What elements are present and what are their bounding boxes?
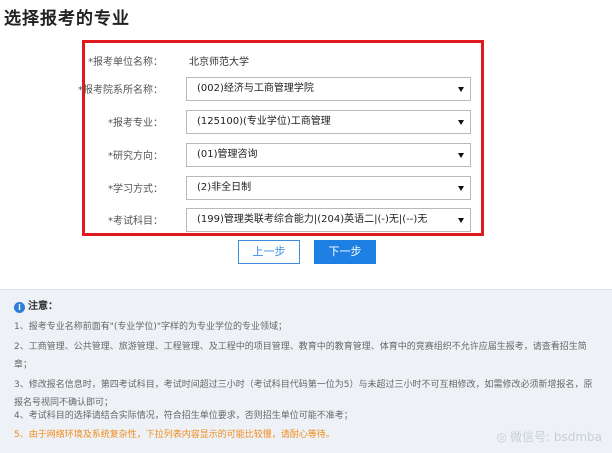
caret-down-icon — [458, 87, 464, 92]
watermark-text: 微信号: bsdmba — [509, 430, 602, 444]
notice-header: i 注意： — [14, 297, 58, 313]
exam-subjects-select[interactable]: (199)管理类联考综合能力|(204)英语二|(-)无|(--)无 — [186, 208, 471, 232]
research-direction-select-value: (01)管理咨询 — [197, 149, 258, 160]
department-select[interactable]: (002)经济与工商管理学院 — [186, 77, 471, 101]
notice-item: 4、考试科目的选择请结合实际情况，符合招生单位要求，否则招生单位可能不准考； — [14, 411, 353, 421]
study-mode-select[interactable]: (2)非全日制 — [186, 176, 471, 200]
school-label: *报考单位名称： — [88, 57, 163, 68]
exam-subjects-row: *考试科目： (199)管理类联考综合能力|(204)英语二|(-)无|(--)… — [85, 208, 481, 232]
department-label: *报考院系所名称： — [78, 85, 163, 96]
major-label: *报考专业： — [108, 118, 163, 129]
research-direction-row: *研究方向： (01)管理咨询 — [85, 143, 481, 167]
study-mode-label: *学习方式： — [108, 184, 163, 195]
study-mode-row: *学习方式： (2)非全日制 — [85, 176, 481, 200]
school-row: *报考单位名称： 北京师范大学 — [85, 49, 481, 73]
study-mode-select-value: (2)非全日制 — [197, 182, 252, 193]
wechat-icon: ◎ — [496, 430, 507, 444]
major-selection-form: *报考单位名称： 北京师范大学 *报考院系所名称： (002)经济与工商管理学院… — [78, 40, 484, 236]
exam-subjects-select-value: (199)管理类联考综合能力|(204)英语二|(-)无|(--)无 — [197, 214, 428, 225]
department-select-value: (002)经济与工商管理学院 — [197, 83, 314, 94]
watermark: ◎ 微信号: bsdmba — [497, 428, 603, 445]
department-row: *报考院系所名称： (002)经济与工商管理学院 — [78, 77, 481, 101]
notice-item: 2、工商管理、公共管理、旅游管理、工程管理、及工程中的项目管理、教育中的教育管理… — [14, 342, 587, 370]
major-row: *报考专业： (125100)(专业学位)工商管理 — [85, 110, 481, 134]
caret-down-icon — [458, 153, 464, 158]
page-title: 选择报考的专业 — [4, 9, 130, 29]
exam-subjects-label: *考试科目： — [108, 216, 163, 227]
info-icon: i — [14, 302, 25, 313]
caret-down-icon — [458, 186, 464, 191]
major-select-value: (125100)(专业学位)工商管理 — [197, 116, 331, 127]
research-direction-label: *研究方向： — [108, 151, 163, 162]
notice-title: 注意： — [28, 301, 58, 312]
previous-step-button[interactable]: 上一步 — [238, 240, 300, 264]
research-direction-select[interactable]: (01)管理咨询 — [186, 143, 471, 167]
major-select[interactable]: (125100)(专业学位)工商管理 — [186, 110, 471, 134]
school-value: 北京师范大学 — [189, 57, 249, 68]
next-step-button[interactable]: 下一步 — [314, 240, 376, 264]
caret-down-icon — [458, 218, 464, 223]
notice-item: 1、报考专业名称前面有"(专业学位)"字样的为专业学位的专业领域； — [14, 322, 288, 332]
caret-down-icon — [458, 120, 464, 125]
